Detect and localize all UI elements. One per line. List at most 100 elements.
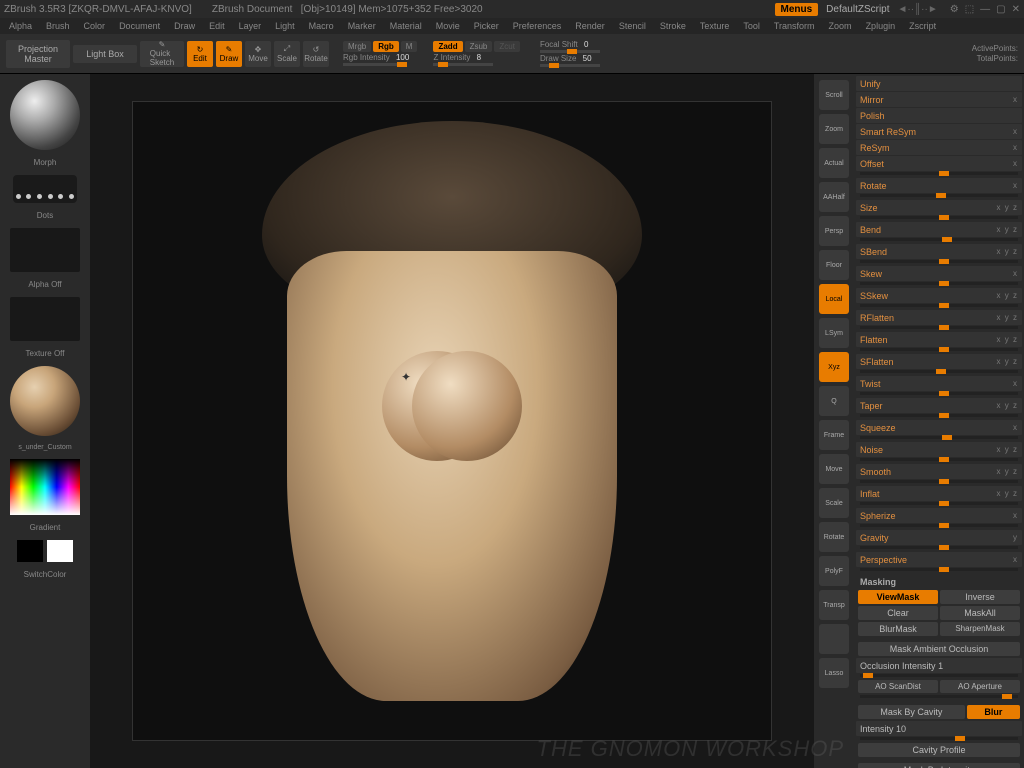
deform-rotate-slider[interactable] [860,194,1018,197]
quicksketch-button[interactable]: ✎Quick Sketch [140,41,184,67]
deform-sbend-slider[interactable] [860,260,1018,263]
menu-draw[interactable]: Draw [169,21,200,31]
deform-polish[interactable]: Polish [856,108,1022,123]
lightbox-button[interactable]: Light Box [73,45,137,63]
menu-material[interactable]: Material [385,21,427,31]
zintensity-slider[interactable] [433,63,493,66]
alpha-preview[interactable] [10,228,80,272]
zcut-button[interactable]: Zcut [494,41,520,52]
menu-layer[interactable]: Layer [234,21,267,31]
rtool-local[interactable]: Local [819,284,849,314]
mask-cavity-button[interactable]: Mask By Cavity [858,705,965,719]
ao-slider[interactable] [860,695,1018,698]
menu-preferences[interactable]: Preferences [508,21,567,31]
rtool-q[interactable]: Q [819,386,849,416]
blurmask-button[interactable]: BlurMask [858,622,938,636]
deform-size[interactable]: Sizex y z [856,200,1022,215]
deform-sbend[interactable]: SBendx y z [856,244,1022,259]
projection-master-button[interactable]: Projection Master [6,40,70,68]
rtool-xyz[interactable]: Xyz [819,352,849,382]
rotate-button[interactable]: ↺Rotate [303,41,329,67]
stroke-preview[interactable] [13,175,77,203]
deform-inflat[interactable]: Inflatx y z [856,486,1022,501]
deform-sflatten[interactable]: SFlattenx y z [856,354,1022,369]
settings-icon[interactable]: ⚙ [950,4,959,15]
rtool-aahalf[interactable]: AAHalf [819,182,849,212]
menu-zscript[interactable]: Zscript [904,21,941,31]
menu-texture[interactable]: Texture [695,21,735,31]
deform-skew-slider[interactable] [860,282,1018,285]
deform-gravity-slider[interactable] [860,546,1018,549]
zadd-button[interactable]: Zadd [433,41,462,52]
texture-preview[interactable] [10,297,80,341]
audio-icons[interactable]: ◄··║··► [898,4,938,15]
swatch-black[interactable] [17,540,43,562]
minimize-icon[interactable]: — [980,4,990,15]
menu-color[interactable]: Color [79,21,111,31]
mask-intensity-button[interactable]: Mask By Intensity [858,763,1020,768]
deform-mirror[interactable]: Mirrorx [856,92,1022,107]
deform-flatten[interactable]: Flattenx y z [856,332,1022,347]
deform-sskew[interactable]: SSkewx y z [856,288,1022,303]
material-preview[interactable] [10,366,80,436]
rtool-blank[interactable] [819,624,849,654]
mrgb-button[interactable]: Mrgb [343,41,371,52]
menu-render[interactable]: Render [570,21,610,31]
deform-squeeze[interactable]: Squeezex [856,420,1022,435]
deform-taper[interactable]: Taperx y z [856,398,1022,413]
color-picker[interactable] [10,459,80,515]
rtool-move[interactable]: Move [819,454,849,484]
draw-button[interactable]: ✎Draw [216,41,242,67]
deform-bend-slider[interactable] [860,238,1018,241]
ao-scandist-button[interactable]: AO ScanDist [858,680,938,693]
deform-smooth[interactable]: Smoothx y z [856,464,1022,479]
deform-offset-slider[interactable] [860,172,1018,175]
cavity-intensity-row[interactable]: Intensity 10 [856,721,1022,736]
rtool-polyf[interactable]: PolyF [819,556,849,586]
cavity-profile-button[interactable]: Cavity Profile [858,743,1020,757]
pin-icon[interactable]: ⬚ [965,4,974,15]
menu-picker[interactable]: Picker [469,21,504,31]
deform-sflatten-slider[interactable] [860,370,1018,373]
viewmask-button[interactable]: ViewMask [858,590,938,604]
menu-macro[interactable]: Macro [304,21,339,31]
switchcolor-label[interactable]: SwitchColor [24,570,67,579]
cavity-intensity-slider[interactable] [860,737,1018,740]
menu-tool[interactable]: Tool [738,21,765,31]
edit-button[interactable]: ↻Edit [187,41,213,67]
sharpenmask-button[interactable]: SharpenMask [940,622,1020,636]
menus-button[interactable]: Menus [775,3,819,16]
rgb-intensity-slider[interactable] [343,63,403,66]
deform-bend[interactable]: Bendx y z [856,222,1022,237]
deform-rflatten[interactable]: RFlattenx y z [856,310,1022,325]
menu-document[interactable]: Document [114,21,165,31]
rtool-lasso[interactable]: Lasso [819,658,849,688]
menu-edit[interactable]: Edit [204,21,230,31]
deform-rotate[interactable]: Rotatex [856,178,1022,193]
maximize-icon[interactable]: ▢ [996,4,1005,15]
deform-flatten-slider[interactable] [860,348,1018,351]
menu-alpha[interactable]: Alpha [4,21,37,31]
maskall-button[interactable]: MaskAll [940,606,1020,620]
deform-twist[interactable]: Twistx [856,376,1022,391]
inverse-button[interactable]: Inverse [940,590,1020,604]
deform-skew[interactable]: Skewx [856,266,1022,281]
scale-button[interactable]: ⤢Scale [274,41,300,67]
default-zscript[interactable]: DefaultZScript [822,4,893,15]
ao-aperture-button[interactable]: AO Aperture [940,680,1020,693]
focal-shift-slider[interactable] [540,50,600,53]
brush-preview[interactable] [10,80,80,150]
menu-stencil[interactable]: Stencil [614,21,651,31]
unify-row[interactable]: Unify [856,76,1022,91]
zsub-button[interactable]: Zsub [465,41,493,52]
rtool-rotate[interactable]: Rotate [819,522,849,552]
canvas[interactable]: ✦ [132,101,772,741]
menu-zplugin[interactable]: Zplugin [861,21,901,31]
rtool-floor[interactable]: Floor [819,250,849,280]
menu-brush[interactable]: Brush [41,21,75,31]
deform-resym[interactable]: ReSymx [856,140,1022,155]
drawsize-slider[interactable] [540,64,600,67]
deform-offset[interactable]: Offsetx [856,156,1022,171]
deform-smart-resym[interactable]: Smart ReSymx [856,124,1022,139]
deform-rflatten-slider[interactable] [860,326,1018,329]
